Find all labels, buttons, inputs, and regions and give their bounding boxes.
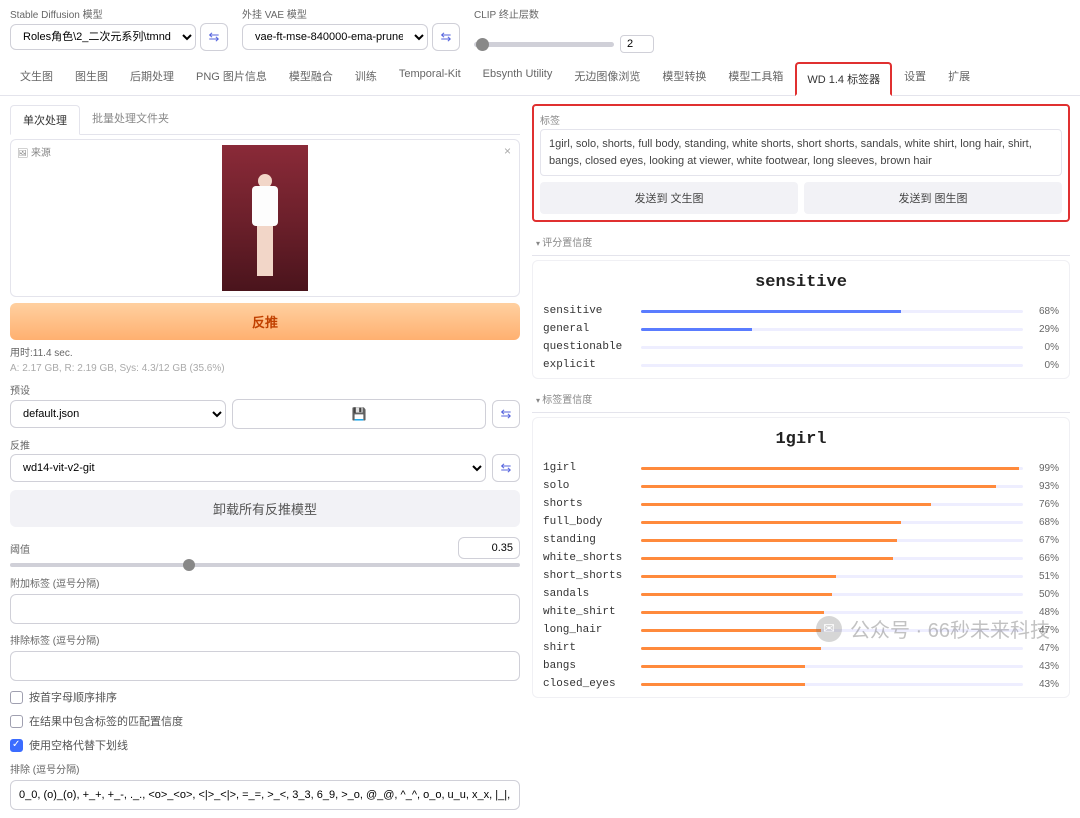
exclude-tags-input[interactable] (10, 651, 520, 681)
preset-select[interactable]: default.json (10, 400, 226, 428)
conf-row: sensitive68% (543, 302, 1059, 320)
interrogator-label: 反推 (10, 437, 520, 452)
conf-row: full_body68% (543, 513, 1059, 531)
time-stat: 用时:11.4 sec. (10, 344, 520, 359)
sub-tabs: 单次处理批量处理文件夹 (10, 104, 520, 135)
tab-1[interactable]: 图生图 (65, 61, 118, 95)
send-img2img-button[interactable]: 发送到 图生图 (804, 182, 1062, 214)
conf-row: 1girl99% (543, 459, 1059, 477)
refresh-icon[interactable]: ⇆ (432, 23, 460, 51)
source-label: 来源 (17, 144, 51, 159)
checkbox-include-conf[interactable]: 在结果中包含标签的匹配置信度 (10, 713, 520, 729)
clip-skip-slider[interactable] (474, 42, 614, 47)
sub-tab-0[interactable]: 单次处理 (10, 105, 80, 135)
uploaded-image (222, 145, 308, 291)
conf-row: standing67% (543, 531, 1059, 549)
conf-row: short_shorts51% (543, 567, 1059, 585)
wechat-icon: ✉ (816, 616, 842, 642)
tag-conf-header[interactable]: 标签置信度 (532, 385, 1070, 413)
tab-7[interactable]: Ebsynth Utility (473, 61, 563, 95)
conf-row: bangs43% (543, 657, 1059, 675)
tab-2[interactable]: 后期处理 (120, 61, 184, 95)
conf-row: closed_eyes43% (543, 675, 1059, 693)
conf-row: sandals50% (543, 585, 1059, 603)
clip-skip-label: CLIP 终止层数 (474, 6, 654, 21)
conf-row: white_shorts66% (543, 549, 1059, 567)
tab-12[interactable]: 设置 (894, 61, 936, 95)
rating-panel: sensitive sensitive68%general29%question… (532, 260, 1070, 379)
tags-label: 标签 (540, 112, 1062, 127)
tab-8[interactable]: 无边图像浏览 (564, 61, 650, 95)
add-tags-label: 附加标签 (逗号分隔) (10, 575, 520, 590)
right-column: 标签 1girl, solo, shorts, full body, stand… (532, 104, 1070, 810)
tab-3[interactable]: PNG 图片信息 (186, 61, 277, 95)
escape-label: 排除 (逗号分隔) (10, 761, 520, 776)
conf-row: explicit0% (543, 356, 1059, 374)
rating-conf-header[interactable]: 评分置信度 (532, 228, 1070, 256)
conf-row: shorts76% (543, 495, 1059, 513)
threshold-input[interactable] (458, 537, 520, 559)
source-image-box[interactable]: 来源 × (10, 139, 520, 297)
conf-title: 1girl (543, 424, 1059, 459)
tab-6[interactable]: Temporal-Kit (389, 61, 471, 95)
tab-0[interactable]: 文生图 (10, 61, 63, 95)
main-tabs: 文生图图生图后期处理PNG 图片信息模型融合训练Temporal-KitEbsy… (0, 61, 1080, 96)
refresh-interrogator-icon[interactable]: ⇆ (492, 454, 520, 482)
tab-11[interactable]: WD 1.4 标签器 (795, 62, 892, 96)
refresh-icon[interactable]: ⇆ (200, 23, 228, 51)
preset-label: 预设 (10, 382, 520, 397)
refresh-preset-icon[interactable]: ⇆ (492, 400, 520, 428)
escape-input[interactable] (10, 780, 520, 810)
sd-model-label: Stable Diffusion 模型 (10, 6, 228, 21)
tab-10[interactable]: 模型工具箱 (718, 61, 793, 95)
sub-tab-1[interactable]: 批量处理文件夹 (80, 104, 181, 134)
threshold-slider[interactable] (10, 563, 520, 567)
conf-row: questionable0% (543, 338, 1059, 356)
interrogator-select[interactable]: wd14-vit-v2-git (10, 454, 486, 482)
unload-button[interactable]: 卸载所有反推模型 (10, 490, 520, 527)
conf-panel: 1girl 1girl99%solo93%shorts76%full_body6… (532, 417, 1070, 698)
left-column: 单次处理批量处理文件夹 来源 × 反推 用时:11.4 sec. A: 2.17… (10, 104, 520, 810)
interrogate-button[interactable]: 反推 (10, 303, 520, 340)
conf-row: solo93% (543, 477, 1059, 495)
tab-9[interactable]: 模型转换 (652, 61, 716, 95)
add-tags-input[interactable] (10, 594, 520, 624)
checkbox-sort[interactable]: 按首字母顺序排序 (10, 689, 520, 705)
tab-5[interactable]: 训练 (345, 61, 387, 95)
rating-title: sensitive (543, 267, 1059, 302)
tab-4[interactable]: 模型融合 (279, 61, 343, 95)
vae-model-select[interactable]: vae-ft-mse-840000-ema-pruned.safetensors (242, 24, 428, 50)
tab-13[interactable]: 扩展 (938, 61, 980, 95)
exclude-tags-label: 排除标签 (逗号分隔) (10, 632, 520, 647)
conf-row: general29% (543, 320, 1059, 338)
vae-model-label: 外挂 VAE 模型 (242, 6, 460, 21)
top-controls: Stable Diffusion 模型 Roles角色\2_二次元系列\tmnd… (0, 0, 1080, 55)
clip-skip-input[interactable] (620, 35, 654, 53)
send-txt2img-button[interactable]: 发送到 文生图 (540, 182, 798, 214)
memory-stat: A: 2.17 GB, R: 2.19 GB, Sys: 4.3/12 GB (… (10, 363, 520, 374)
sd-model-select[interactable]: Roles角色\2_二次元系列\tmndMix_tmndMixVIP (10, 24, 196, 50)
tags-textarea[interactable]: 1girl, solo, shorts, full body, standing… (540, 129, 1062, 176)
watermark: ✉ 公众号 · 66秒未来科技 (816, 614, 1050, 643)
save-preset-button[interactable]: 💾 (232, 399, 486, 429)
threshold-label: 阈值 (10, 541, 30, 556)
checkbox-spaces[interactable]: 使用空格代替下划线 (10, 737, 520, 753)
tags-output-box: 标签 1girl, solo, shorts, full body, stand… (532, 104, 1070, 222)
close-icon[interactable]: × (504, 144, 511, 158)
